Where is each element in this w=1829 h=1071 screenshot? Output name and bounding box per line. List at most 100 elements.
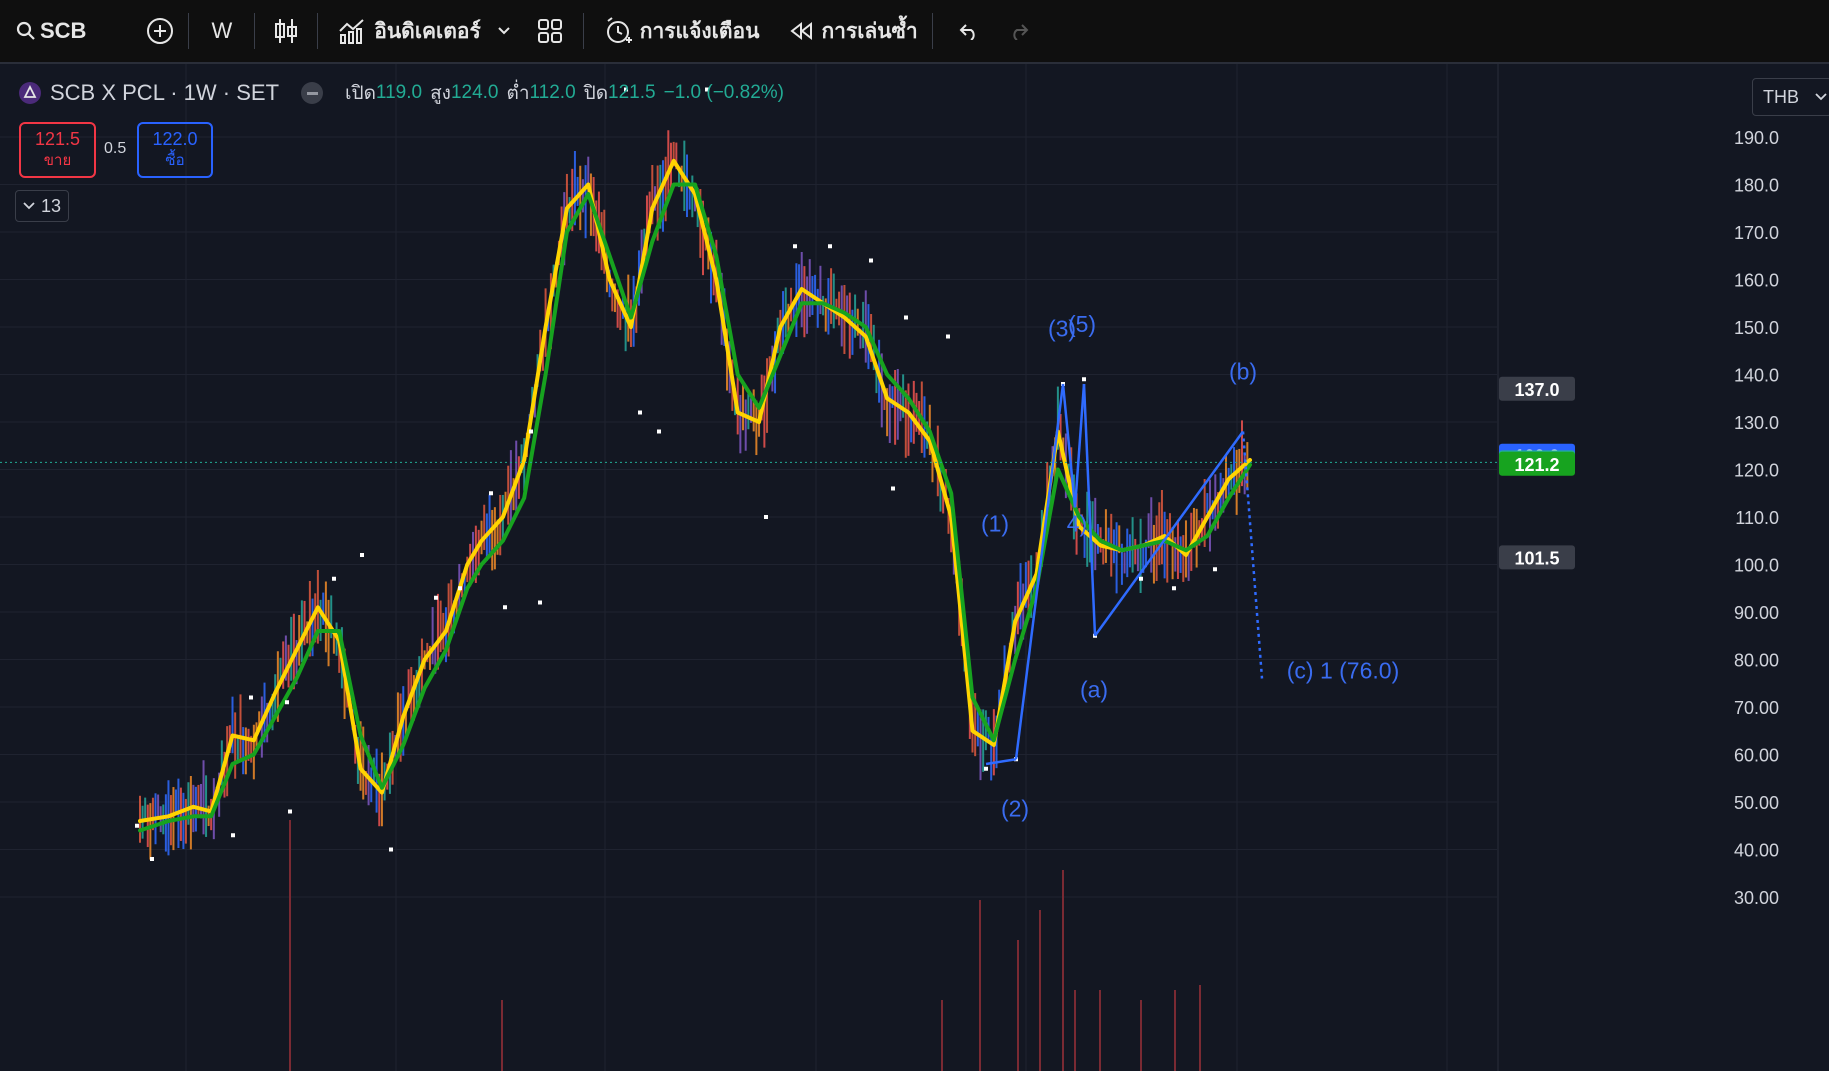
wave-label[interactable]: (a) [1080,677,1108,703]
toolbar-divider [188,13,190,49]
hide-legend-button[interactable] [301,82,324,104]
currency-selector[interactable]: THB [1752,78,1829,116]
pivot-point [638,410,642,415]
layouts-button[interactable] [521,0,579,62]
y-tick-label: 80.00 [1734,651,1779,671]
undo-icon [959,24,975,40]
pivot-point [1139,576,1143,581]
redo-icon [1013,24,1029,40]
pivot-point [285,700,289,705]
pivot-point [538,600,542,605]
undo-button[interactable] [937,0,999,62]
spread-value: 0.5 [104,140,127,157]
pivot-point [869,258,873,263]
wave-label[interactable]: (c) 1 (76.0) [1287,658,1399,684]
toolbar-divider [582,13,584,49]
minus-icon [306,91,318,95]
wave-label[interactable]: (2) [1001,795,1029,821]
redo-button[interactable] [999,0,1041,62]
grid-icon [537,19,562,43]
pivot-point [360,553,364,557]
pivot-point [1172,586,1176,591]
pivot-point [1082,377,1086,382]
y-tick-label: 160.0 [1734,271,1779,291]
pivot-point [904,315,908,320]
y-tick-label: 50.00 [1734,793,1779,813]
series-legend: SCB X PCL · 1W · SET เปิด 119.0 สูง 124.0 … [18,78,784,108]
buy-button[interactable]: 122.0 ซื้อ [137,122,213,178]
y-tick-label: 140.0 [1734,366,1779,386]
indicators-count: 13 [40,195,62,216]
wave-label[interactable]: (1) [981,510,1009,536]
wave-label[interactable]: (b) [1229,358,1257,384]
toolbar-divider [931,13,933,49]
sell-price: 121.5 [34,129,81,149]
chevron-down-icon [498,27,510,35]
buy-price: 122.0 [152,129,198,149]
interval-label: W [211,18,233,43]
symbol-title: SCB X PCL · 1W · SET [50,80,280,105]
symbol-search[interactable]: SCB [0,0,136,62]
search-icon [16,21,35,40]
pivot-point [231,833,235,838]
close-value: 121.5 [608,82,656,103]
replay-label: การเล่นซ้ำ [821,19,918,43]
y-tick-label: 60.00 [1734,746,1779,766]
y-tick-label: 130.0 [1734,413,1779,433]
symbol-label: SCB [40,18,87,43]
pivot-point [891,486,895,491]
wave-label[interactable]: (5) [1068,311,1096,337]
alarm-clock-icon [606,17,632,43]
y-tick-label: 170.0 [1734,223,1779,243]
pivot-point [529,429,533,434]
indicators-button[interactable]: อินดิเคเตอร์ [322,0,521,62]
y-tick-label: 180.0 [1734,176,1779,196]
pivot-point [946,334,950,339]
high-value: 124.0 [450,82,499,103]
low-label: ต่ำ [506,83,530,104]
y-tick-label: 190.0 [1734,128,1779,148]
toolbar-divider [317,13,319,49]
wave-label[interactable]: 4) [1067,510,1087,536]
add-icon [147,18,174,44]
pivot-point [764,515,768,519]
chevron-down-icon [23,202,35,210]
y-tick-label: 120.0 [1734,461,1779,481]
indicators-icon [339,19,364,44]
chart-area[interactable]: 30.00 40.00 50.00 60.00 70.00 80.00 90.00 100.0… [0,64,1829,1071]
price-axis-marker-label: 121.2 [1514,455,1559,475]
chart-type-button[interactable] [259,0,313,62]
sell-button[interactable]: 121.5 ขาย [19,122,96,178]
y-tick-label: 100.0 [1734,556,1779,576]
chevron-down-icon [1815,93,1827,101]
pivot-point [1213,567,1217,572]
low-value: 112.0 [529,82,576,103]
alerts-label: การแจ้งเตือน [639,19,760,43]
price-chart[interactable]: 30.00 40.00 50.00 60.00 70.00 80.00 90.00 100.0… [0,64,1829,1071]
y-tick-label: 40.00 [1734,841,1779,861]
pivot-point [489,491,493,496]
currency-label: THB [1763,86,1799,107]
y-tick-label: 150.0 [1734,318,1779,338]
interval-button[interactable]: W [193,0,250,62]
rewind-icon [790,21,813,41]
y-tick-label: 70.00 [1734,698,1779,718]
open-value: 119.0 [375,82,423,103]
high-label: สูง [430,83,451,104]
top-toolbar: SCB W อินดิเคเตอร์ การแจ้งเตือน การเล่นซ… [0,0,1829,64]
buy-label: ซื้อ [165,152,185,169]
pivot-point [150,857,154,861]
alerts-button[interactable]: การแจ้งเตือน [588,0,770,62]
y-tick-label: 110.0 [1735,508,1779,528]
replay-button[interactable]: การเล่นซ้ำ [769,0,927,62]
compare-button[interactable] [136,0,184,62]
pivot-point [332,576,336,581]
y-tick-label: 90.00 [1734,603,1779,623]
price-axis-marker-label: 137.0 [1514,380,1559,400]
exchange-logo-icon [19,82,41,104]
indicators-collapse-button[interactable]: 13 [15,190,69,222]
toolbar-divider [254,13,256,49]
pivot-point [458,586,462,591]
price-axis-marker-label: 101.5 [1514,548,1559,568]
pivot-point [288,809,292,814]
